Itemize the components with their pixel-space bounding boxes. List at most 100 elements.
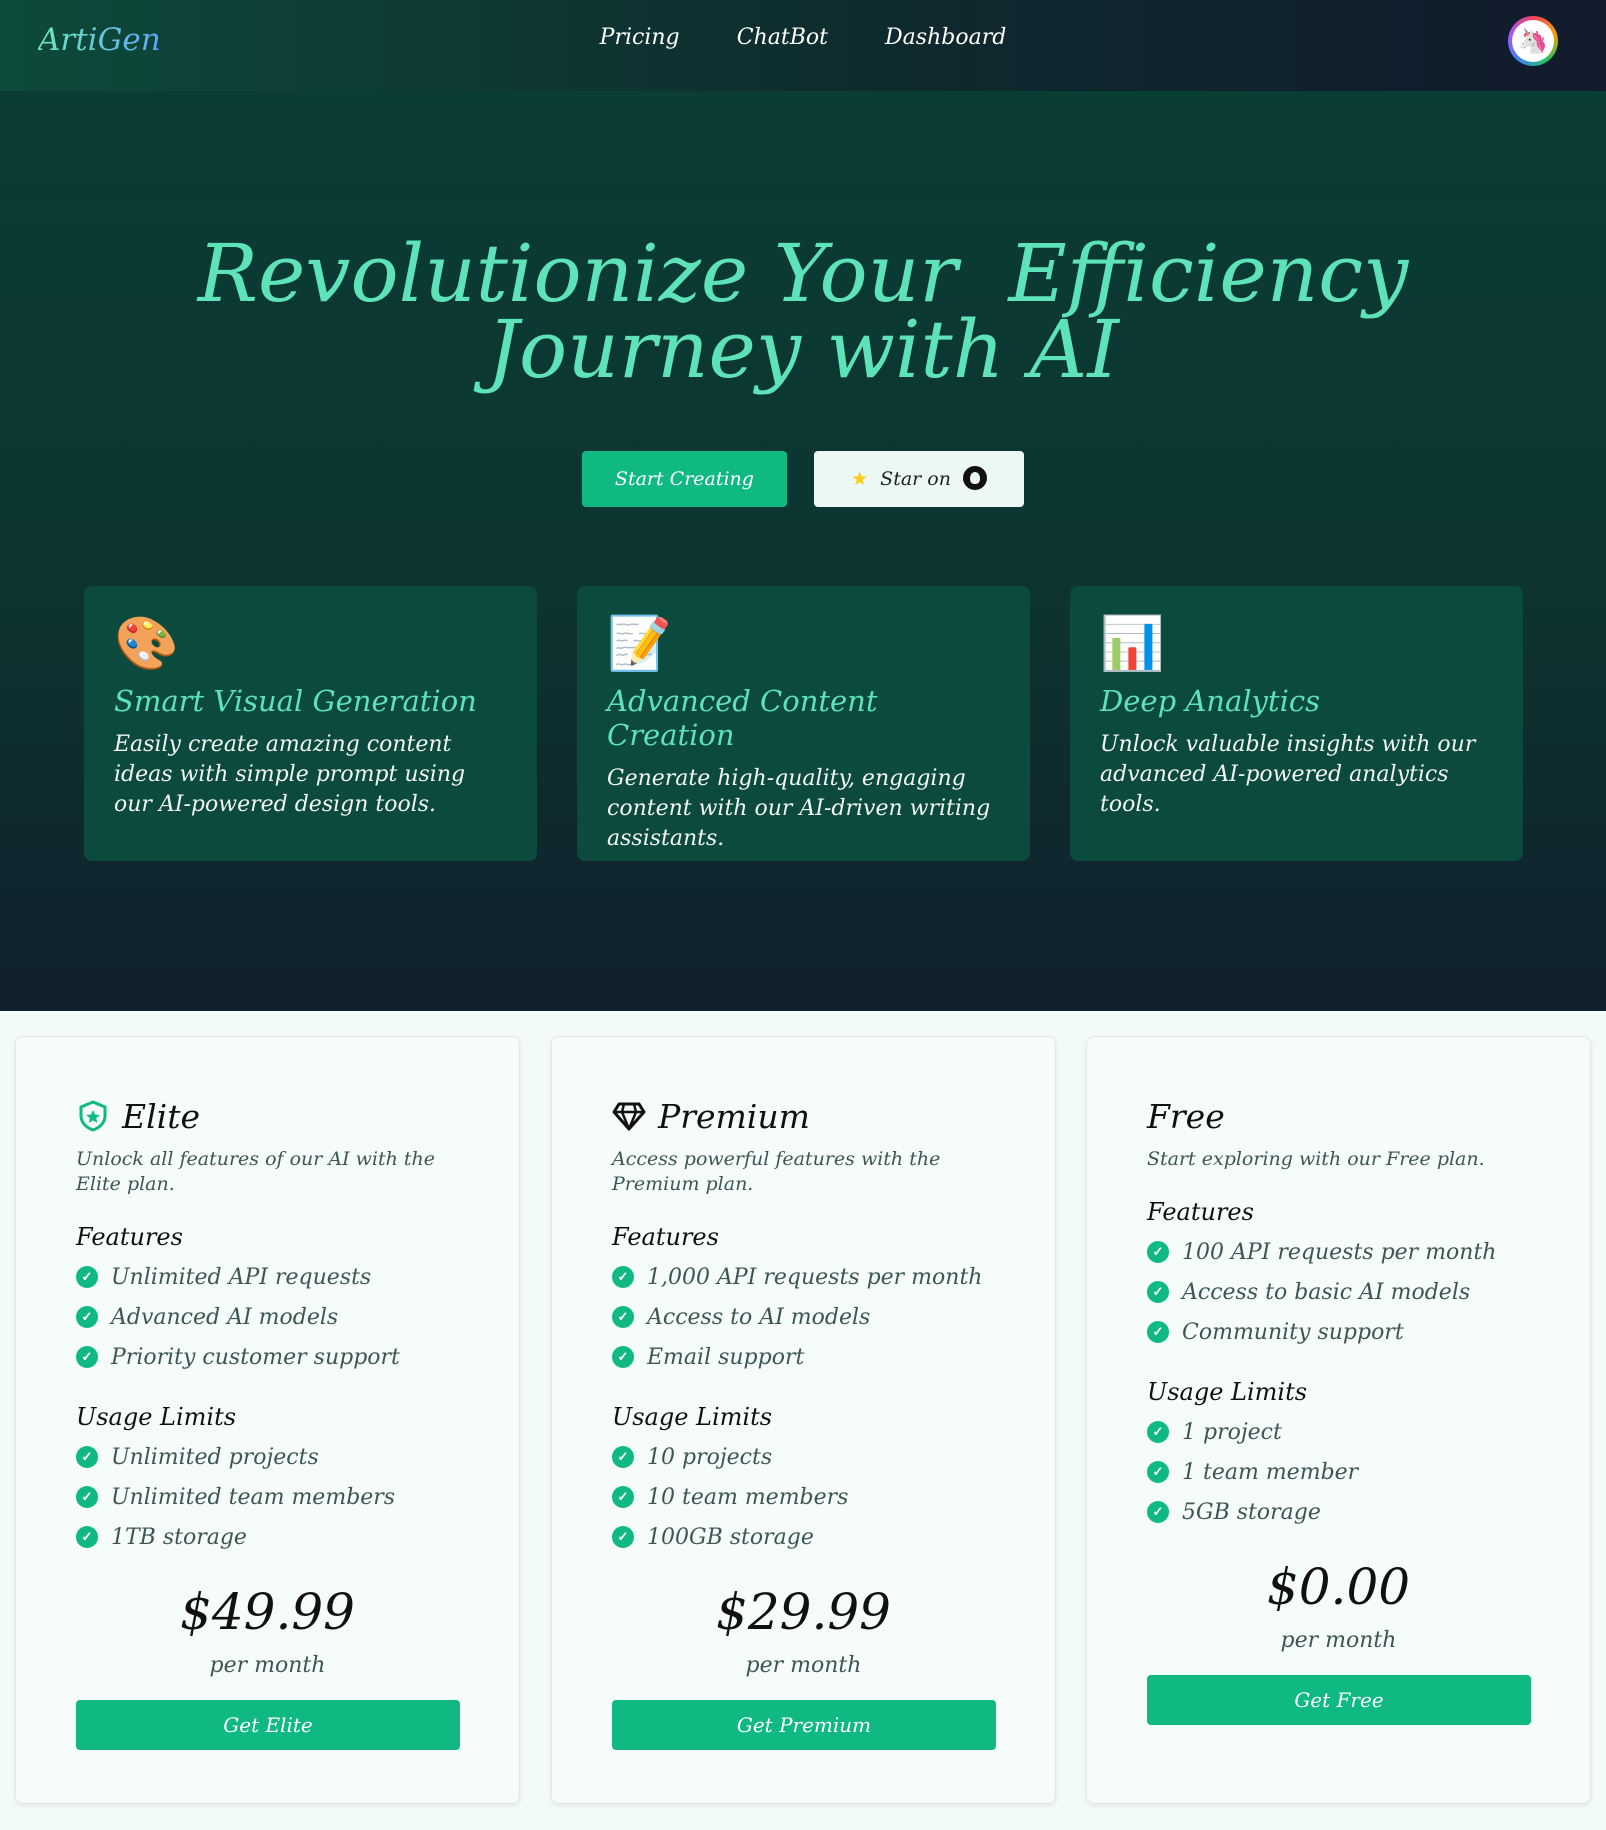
feature-card: 📊 Deep Analytics Unlock valuable insight… [1070, 586, 1523, 861]
main-nav: Pricing ChatBot Dashboard [0, 25, 1606, 50]
unicorn-icon: 🦄 [1512, 20, 1554, 62]
plan-name: Elite [122, 1096, 200, 1136]
plan-period: per month [209, 1653, 326, 1678]
hero-actions: Start Creating ★ Star on [0, 451, 1606, 507]
plan-card-elite: Elite Unlock all features of our AI with… [15, 1036, 520, 1804]
shield-star-icon [76, 1099, 110, 1133]
plan-price: $0.00 [1266, 1558, 1411, 1616]
check-icon: ✓ [76, 1306, 98, 1328]
usage-limits-heading: Usage Limits [612, 1403, 773, 1431]
nav-pricing[interactable]: Pricing [600, 25, 680, 50]
list-item: ✓ Access to AI models [612, 1297, 995, 1337]
feature-text: Generate high-quality, engaging content … [607, 766, 991, 851]
github-icon [963, 466, 987, 490]
item-label: 1 project [1182, 1419, 1282, 1445]
get-free-button[interactable]: Get Free [1147, 1675, 1531, 1725]
item-label: Access to AI models [647, 1304, 871, 1330]
item-label: 100GB storage [647, 1524, 814, 1550]
star-icon: ★ [851, 468, 869, 490]
hero-title-line-2: Journey with AI [486, 303, 1120, 396]
plan-description: Start exploring with our Free plan. [1147, 1148, 1485, 1170]
list-item: ✓ 1TB storage [76, 1517, 459, 1557]
features-heading: Features [1147, 1198, 1254, 1226]
plan-description: Access powerful features with the Premiu… [612, 1148, 941, 1195]
hero-title-line-1: Revolutionize Your Efficiency [197, 227, 1409, 320]
star-on-github-button[interactable]: ★ Star on [814, 451, 1025, 507]
item-label: 1,000 API requests per month [647, 1264, 983, 1290]
hero-section: Revolutionize Your Efficiency Journey wi… [0, 91, 1606, 1011]
item-label: Unlimited API requests [111, 1264, 372, 1290]
list-item: ✓ Priority customer support [76, 1337, 459, 1377]
plan-description: Unlock all features of our AI with the E… [76, 1148, 436, 1195]
plan-price: $29.99 [716, 1583, 891, 1641]
nav-chatbot[interactable]: ChatBot [737, 25, 828, 50]
feature-text: Unlock valuable insights with our advanc… [1100, 732, 1476, 817]
check-icon: ✓ [1147, 1461, 1169, 1483]
feature-card: 📝 Advanced Content Creation Generate hig… [577, 586, 1030, 861]
item-label: 1TB storage [111, 1524, 247, 1550]
check-icon: ✓ [1147, 1321, 1169, 1343]
item-label: Community support [1182, 1319, 1404, 1345]
get-premium-button[interactable]: Get Premium [612, 1700, 996, 1750]
plan-header: Elite [76, 1095, 459, 1137]
list-item: ✓ Unlimited API requests [76, 1257, 459, 1297]
item-label: Unlimited team members [111, 1484, 396, 1510]
check-icon: ✓ [76, 1446, 98, 1468]
list-item: ✓ 1,000 API requests per month [612, 1257, 995, 1297]
usage-limits-heading: Usage Limits [1147, 1378, 1308, 1406]
star-button-label: Star on [880, 468, 951, 490]
check-icon: ✓ [612, 1346, 634, 1368]
list-item: ✓ Advanced AI models [76, 1297, 459, 1337]
list-item: ✓ 10 projects [612, 1437, 995, 1477]
feature-title: Deep Analytics [1100, 684, 1320, 718]
item-label: Advanced AI models [111, 1304, 339, 1330]
bar-chart-icon: 📊 [1100, 614, 1165, 674]
features-heading: Features [76, 1223, 183, 1251]
item-label: 1 team member [1182, 1459, 1359, 1485]
list-item: ✓ Community support [1147, 1312, 1530, 1352]
list-item: ✓ Unlimited projects [76, 1437, 459, 1477]
top-navbar: ArtiGen Pricing ChatBot Dashboard 🦄 [0, 0, 1606, 91]
plan-header: Free [1147, 1095, 1530, 1137]
list-item: ✓ 1 team member [1147, 1452, 1530, 1492]
check-icon: ✓ [1147, 1241, 1169, 1263]
item-label: Priority customer support [111, 1344, 400, 1370]
list-item: ✓ 5GB storage [1147, 1492, 1530, 1532]
plan-name: Premium [658, 1096, 810, 1136]
plan-header: Premium [612, 1095, 995, 1137]
plan-name: Free [1147, 1096, 1225, 1136]
feature-text: Easily create amazing content ideas with… [114, 732, 466, 817]
list-item: ✓ 100GB storage [612, 1517, 995, 1557]
check-icon: ✓ [76, 1266, 98, 1288]
get-elite-button[interactable]: Get Elite [76, 1700, 460, 1750]
check-icon: ✓ [76, 1526, 98, 1548]
check-icon: ✓ [612, 1306, 634, 1328]
start-creating-button[interactable]: Start Creating [581, 451, 787, 507]
usage-limits-heading: Usage Limits [76, 1403, 237, 1431]
features-heading: Features [612, 1223, 719, 1251]
check-icon: ✓ [612, 1486, 634, 1508]
list-item: ✓ Unlimited team members [76, 1477, 459, 1517]
diamond-icon [612, 1099, 646, 1133]
item-label: Unlimited projects [111, 1444, 319, 1470]
item-label: 100 API requests per month [1182, 1239, 1497, 1265]
list-item: ✓ Email support [612, 1337, 995, 1377]
check-icon: ✓ [612, 1446, 634, 1468]
list-item: ✓ 1 project [1147, 1412, 1530, 1452]
feature-title: Advanced Content Creation [607, 684, 878, 752]
list-item: ✓ 10 team members [612, 1477, 995, 1517]
check-icon: ✓ [76, 1346, 98, 1368]
list-item: ✓ 100 API requests per month [1147, 1232, 1530, 1272]
plan-price: $49.99 [180, 1583, 355, 1641]
hero-title: Revolutionize Your Efficiency Journey wi… [0, 227, 1606, 396]
nav-dashboard[interactable]: Dashboard [885, 25, 1006, 50]
check-icon: ✓ [76, 1486, 98, 1508]
item-label: Email support [647, 1344, 805, 1370]
avatar[interactable]: 🦄 [1508, 16, 1558, 66]
item-label: 10 team members [647, 1484, 849, 1510]
plan-card-premium: Premium Access powerful features with th… [551, 1036, 1056, 1804]
item-label: 10 projects [647, 1444, 773, 1470]
item-label: 5GB storage [1182, 1499, 1321, 1525]
item-label: Access to basic AI models [1182, 1279, 1471, 1305]
list-item: ✓ Access to basic AI models [1147, 1272, 1530, 1312]
